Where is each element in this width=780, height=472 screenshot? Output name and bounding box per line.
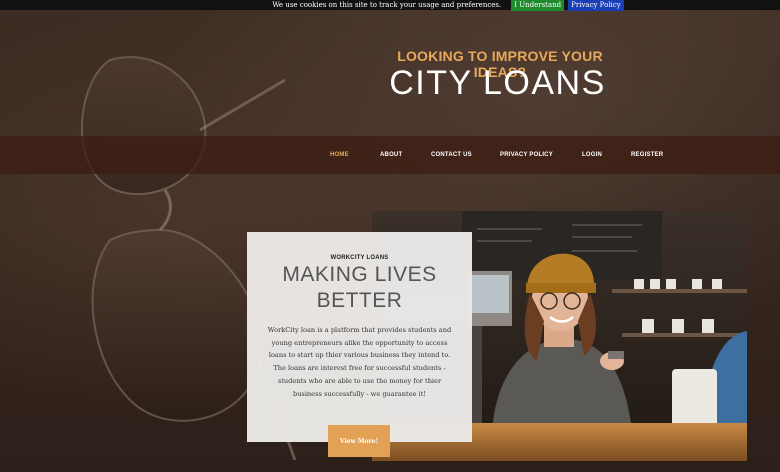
nav-item-privacy-policy[interactable]: PRIVACY POLICY [500, 152, 582, 158]
nav-item-login[interactable]: LOGIN [582, 152, 631, 158]
understand-button[interactable]: I Understand [511, 0, 565, 11]
card-paragraph-1: WorkCity loan is a platform that provide… [267, 326, 452, 360]
card-title-line-1: MAKING LIVES [282, 263, 437, 286]
main-navigation: HOME ABOUT CONTACT US PRIVACY POLICY LOG… [0, 136, 780, 174]
card-description: WorkCity loan is a platform that provide… [267, 324, 452, 400]
info-card: WORKCITY LOANS MAKING LIVES BETTER WorkC… [247, 232, 472, 442]
cookie-consent-bar: We use cookies on this site to track you… [0, 0, 780, 11]
card-paragraph-2: The loans are interest free for successf… [273, 364, 446, 398]
nav-item-contact[interactable]: CONTACT US [431, 152, 500, 158]
site-title[interactable]: CITY LOANS [370, 64, 625, 103]
view-more-button[interactable]: View More! [328, 425, 390, 457]
card-kicker: WORKCITY LOANS [330, 255, 389, 261]
nav-item-register[interactable]: REGISTER [631, 152, 681, 158]
nav-item-home[interactable]: HOME [330, 152, 380, 158]
card-title: MAKING LIVES BETTER [247, 262, 472, 314]
nav-item-about[interactable]: ABOUT [380, 152, 431, 158]
cookie-message: We use cookies on this site to track you… [272, 1, 502, 9]
privacy-policy-link[interactable]: Privacy Policy [568, 0, 624, 11]
card-title-line-2: BETTER [316, 289, 403, 312]
